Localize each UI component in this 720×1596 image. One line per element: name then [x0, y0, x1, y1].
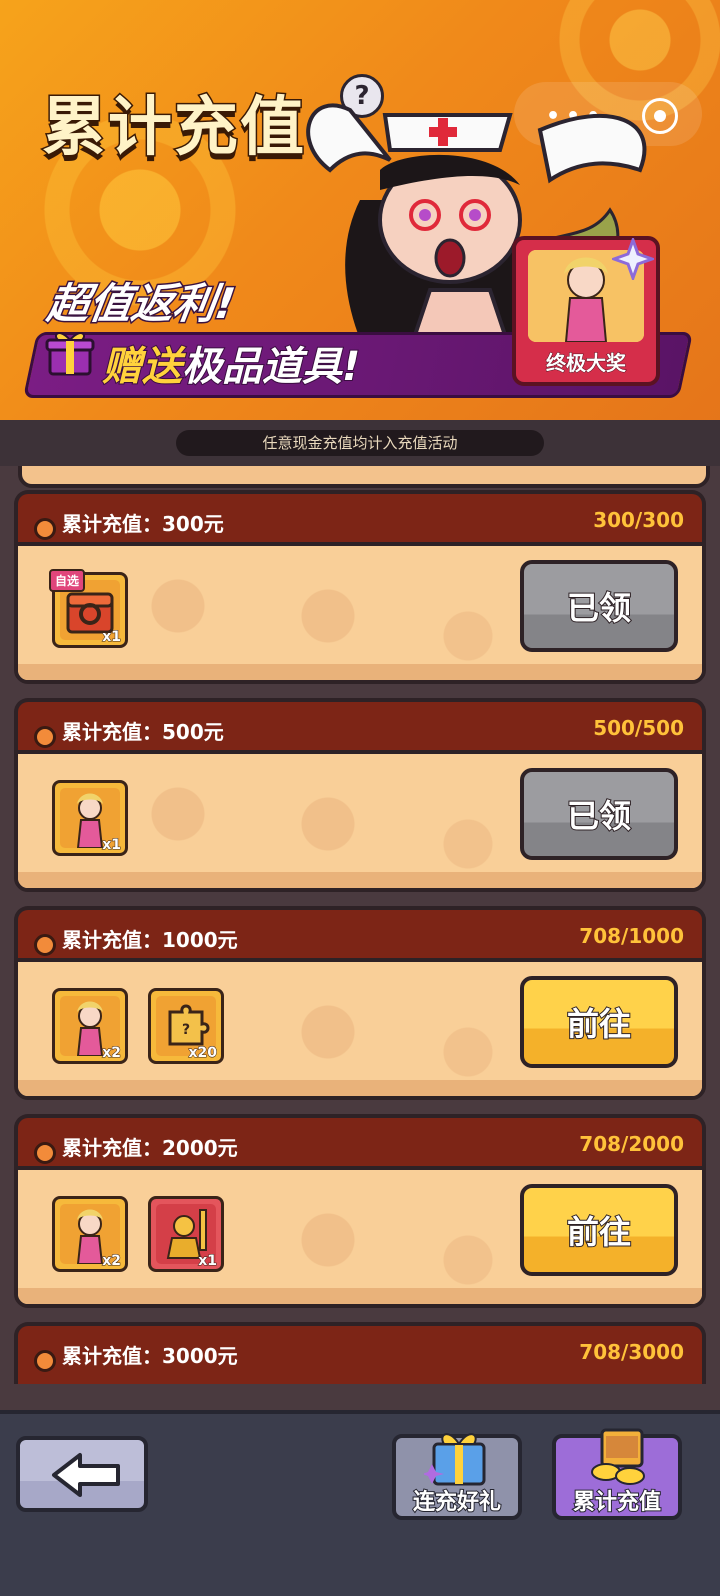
reward-item[interactable]: 自选 x1	[49, 569, 128, 648]
tier-progress: 708/2000	[579, 1132, 684, 1156]
gift-box-icon	[424, 1433, 486, 1486]
tier-card-500: 累计充值：500元 500/500 x1 已领	[14, 698, 706, 892]
tab-label: 累计充值	[572, 1489, 662, 1516]
tier-card-300: 累计充值：300元 300/300 自选 x1 已领	[14, 490, 706, 684]
tier-list[interactable]: 累计充值：300元 300/300 自选 x1 已领 累计充值：500元 500…	[0, 466, 720, 1410]
tab-cumulative-recharge[interactable]: 累计充值	[552, 1428, 682, 1520]
sparkle-star-icon	[612, 238, 654, 280]
tier-title: 累计充值：500元	[62, 720, 224, 744]
claimed-button[interactable]: 已领	[520, 560, 678, 652]
tier-progress: 708/3000	[579, 1340, 684, 1364]
tier-card-1000: 累计充值：1000元 708/1000 x2 ? x20 前往	[14, 906, 706, 1100]
tier-title: 累计充值：300元	[62, 512, 224, 536]
tier-body: x2 ? x20 前往	[14, 958, 706, 1100]
tier-progress: 708/1000	[579, 924, 684, 948]
reward-item[interactable]: ? x20	[148, 988, 224, 1064]
tier-body: x2 x1 前往	[14, 1166, 706, 1308]
gift-icon	[45, 332, 95, 376]
tier-progress: 500/500	[593, 716, 684, 740]
tier-title: 累计充值：1000元	[62, 928, 238, 952]
tier-body: x1 已领	[14, 750, 706, 892]
grand-prize-label: 终极大奖	[546, 351, 627, 376]
bullet-icon	[34, 1142, 56, 1164]
promo-highlight: 赠送	[101, 343, 183, 391]
reward-item[interactable]: x2	[52, 988, 128, 1064]
tier-body: 自选 x1 已领	[14, 542, 706, 684]
bullet-icon	[34, 726, 56, 748]
promo-subline-text: 极品道具!	[181, 343, 361, 391]
event-banner: 累计充值 ? ••• 超值返利! 赠送极品道具!	[0, 0, 720, 428]
reward-qty: x1	[102, 837, 122, 854]
previous-tier-card-edge	[18, 466, 710, 488]
reward-qty: x1	[198, 1253, 218, 1270]
tier-progress: 300/300	[593, 508, 684, 532]
promo-headline: 超值返利!	[43, 278, 240, 330]
tier-card-2000: 累计充值：2000元 708/2000 x2 x1 前往	[14, 1114, 706, 1308]
tier-title: 累计充值：3000元	[62, 1344, 238, 1368]
tab-label: 连充好礼	[412, 1489, 502, 1516]
tier-title: 累计充值：2000元	[62, 1136, 238, 1160]
go-button[interactable]: 前往	[520, 1184, 678, 1276]
bullet-icon	[34, 934, 56, 956]
reward-qty: x1	[102, 629, 122, 646]
svg-text:?: ?	[182, 1022, 190, 1038]
promo-subline: 赠送极品道具!	[101, 334, 361, 392]
reward-item[interactable]: x2	[52, 1196, 128, 1272]
bullet-icon	[34, 1350, 56, 1372]
reward-item[interactable]: x1	[52, 780, 128, 856]
tier-card-3000: 累计充值：3000元 708/3000	[14, 1322, 706, 1392]
bottom-bar: 连充好礼 累计充值	[0, 1410, 720, 1596]
event-title: 累计充值	[41, 90, 306, 167]
gold-chest-icon	[591, 1428, 645, 1485]
tier-header: 累计充值：3000元 708/3000	[14, 1322, 706, 1384]
reward-qty: x20	[188, 1045, 217, 1062]
reward-qty: x2	[102, 1045, 122, 1062]
reward-qty: x2	[102, 1253, 122, 1270]
tab-consecutive-recharge[interactable]: 连充好礼	[392, 1433, 522, 1520]
back-arrow-icon	[52, 1453, 120, 1497]
optional-tag: 自选	[49, 569, 86, 592]
go-button[interactable]: 前往	[520, 976, 678, 1068]
claimed-button[interactable]: 已领	[520, 768, 678, 860]
reward-item[interactable]: x1	[148, 1196, 224, 1272]
bullet-icon	[34, 518, 56, 540]
back-button[interactable]	[16, 1436, 148, 1512]
notice-text: 任意现金充值均计入充值活动	[176, 430, 544, 456]
